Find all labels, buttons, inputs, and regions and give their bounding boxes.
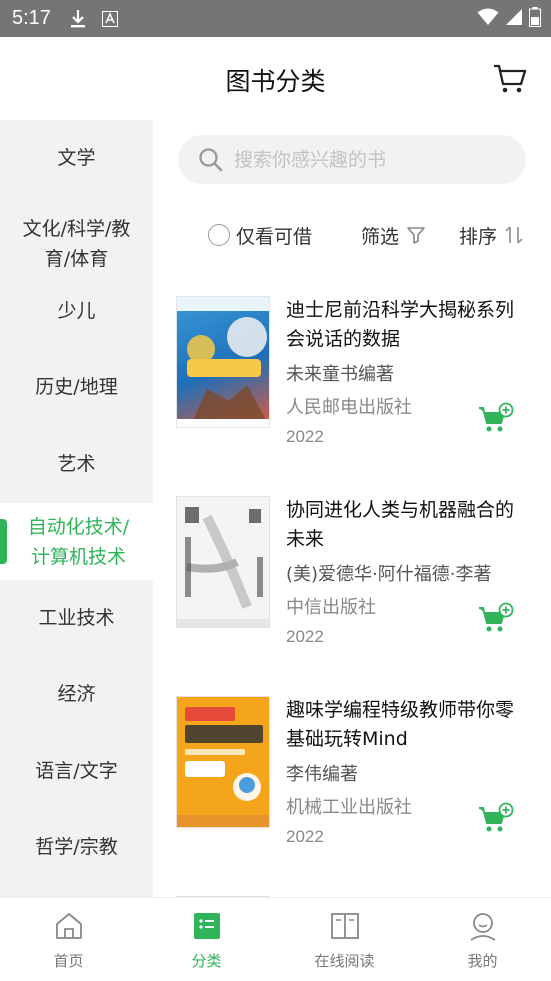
book-cover (176, 696, 270, 828)
sidebar-item-history-geography[interactable]: 历史/地理 (0, 349, 153, 425)
sidebar-item-industrial-tech[interactable]: 工业技术 (0, 580, 153, 656)
sort-label: 排序 (459, 225, 498, 248)
book-author: (美)爱德华·阿什福德·李著 (286, 564, 492, 585)
book-year: 2022 (286, 827, 324, 846)
book-title: 趣味学编程特级教师带你零基础玩转Mind (286, 699, 515, 750)
tab-label: 我的 (467, 952, 498, 970)
add-cart-icon (479, 602, 514, 632)
add-cart-icon (479, 802, 514, 832)
category-sidebar: 文学 文化/科学/教育/体育 少儿 历史/地理 艺术 自动化技术/计算机技术 工… (0, 120, 153, 897)
book-cover (176, 496, 270, 628)
sidebar-item-label: 文化/科学/教育/体育 (22, 217, 131, 270)
page-title: 图书分类 (225, 67, 326, 96)
search-bar[interactable] (178, 135, 526, 184)
filter-button[interactable]: 筛选 (361, 214, 427, 256)
tab-label: 在线阅读 (314, 952, 375, 970)
category-icon (193, 913, 220, 939)
book-list-item[interactable]: 趣味学编程特级教师带你零基础玩转Mind 李伟编著 机械工业出版社 2022 (176, 696, 536, 856)
filter-label: 筛选 (361, 225, 400, 248)
available-only-toggle[interactable]: 仅看可借 (208, 214, 312, 256)
tab-category[interactable]: 分类 (138, 898, 275, 981)
sidebar-item-label: 少儿 (57, 300, 96, 322)
radio-circle-icon (208, 224, 230, 246)
book-author: 李伟编著 (286, 764, 358, 785)
book-open-icon (330, 913, 359, 939)
sidebar-item-children[interactable]: 少儿 (0, 291, 153, 331)
sidebar-item-label: 艺术 (57, 453, 96, 475)
app-header: 图书分类 (0, 37, 551, 120)
status-time: 5:17 (12, 7, 51, 29)
bottom-tab-bar: 首页 分类 在线阅读 我的 (0, 897, 551, 981)
active-indicator (0, 519, 7, 564)
search-input[interactable] (234, 148, 514, 171)
user-icon (470, 913, 495, 941)
download-icon (67, 8, 89, 30)
sidebar-item-label: 文学 (57, 147, 96, 169)
sidebar-item-automation-computer[interactable]: 自动化技术/计算机技术 (0, 503, 153, 580)
book-year: 2022 (286, 427, 324, 446)
home-icon (55, 913, 82, 939)
sort-arrows-icon (505, 226, 523, 244)
book-publisher: 机械工业出版社 (286, 797, 412, 818)
sidebar-item-economics[interactable]: 经济 (0, 656, 153, 732)
book-publisher: 人民邮电出版社 (286, 397, 412, 418)
sidebar-item-art[interactable]: 艺术 (0, 426, 153, 502)
book-list-item[interactable]: 协同进化人类与机器融合的未来 (美)爱德华·阿什福德·李著 中信出版社 2022 (176, 496, 536, 656)
keyboard-a-icon (99, 8, 121, 30)
book-cover (176, 296, 270, 428)
sidebar-item-label: 经济 (57, 683, 96, 705)
book-title: 协同进化人类与机器融合的未来 (286, 499, 515, 550)
book-year: 2022 (286, 627, 324, 646)
add-cart-icon (479, 402, 514, 432)
sidebar-item-literature[interactable]: 文学 (0, 120, 153, 196)
sidebar-item-label: 语言/文字 (35, 759, 118, 782)
tab-label: 分类 (191, 952, 222, 970)
sidebar-item-label: 工业技术 (38, 607, 115, 629)
available-only-label: 仅看可借 (236, 225, 313, 248)
funnel-icon (407, 227, 425, 244)
signal-icon (505, 8, 523, 30)
sidebar-item-label: 哲学/宗教 (35, 836, 118, 858)
add-to-cart-button[interactable] (478, 802, 514, 834)
sidebar-item-culture-science[interactable]: 文化/科学/教育/体育 (0, 196, 153, 291)
add-to-cart-button[interactable] (478, 602, 514, 634)
tab-label: 首页 (53, 952, 84, 970)
tab-home[interactable]: 首页 (0, 898, 137, 981)
cart-icon (494, 64, 527, 93)
battery-icon (529, 6, 541, 31)
sidebar-item-philosophy-religion[interactable]: 哲学/宗教 (0, 809, 153, 885)
wifi-icon (477, 8, 499, 30)
sort-button[interactable]: 排序 (459, 214, 525, 256)
tab-online-reading[interactable]: 在线阅读 (276, 898, 413, 981)
sidebar-item-language[interactable]: 语言/文字 (0, 732, 153, 809)
add-to-cart-button[interactable] (478, 402, 514, 434)
book-publisher: 中信出版社 (286, 597, 376, 618)
book-title: 迪士尼前沿科学大揭秘系列会说话的数据 (286, 299, 515, 350)
sidebar-item-label: 自动化技术/计算机技术 (27, 515, 130, 568)
book-list-item[interactable]: 迪士尼前沿科学大揭秘系列会说话的数据 未来童书编著 人民邮电出版社 2022 (176, 296, 536, 456)
search-icon (199, 147, 223, 171)
status-bar: 5:17 (0, 0, 551, 37)
sidebar-item-label: 历史/地理 (35, 376, 118, 398)
book-author: 未来童书编著 (286, 364, 394, 385)
tab-profile[interactable]: 我的 (414, 898, 551, 981)
cart-button[interactable] (493, 63, 527, 95)
filter-bar: 仅看可借 筛选 排序 (178, 214, 551, 256)
